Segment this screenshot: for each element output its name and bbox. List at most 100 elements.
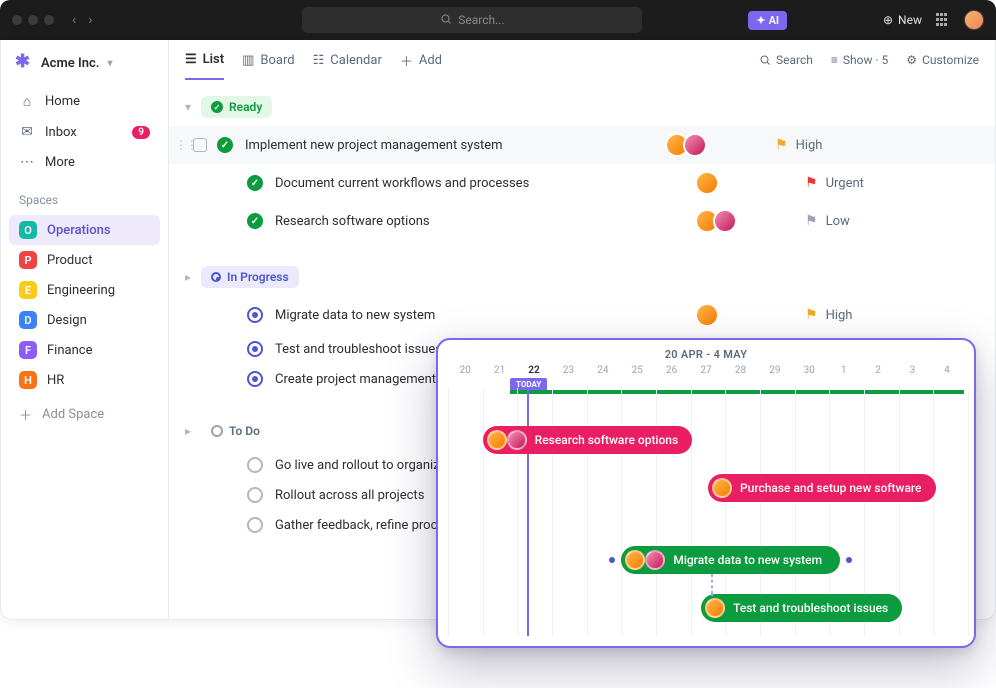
toolbar-customize[interactable]: ⚙ Customize	[906, 53, 979, 67]
status-chip-todo[interactable]: To Do	[201, 420, 270, 442]
space-item-finance[interactable]: FFinance	[9, 335, 160, 365]
add-space-label: Add Space	[42, 407, 104, 422]
space-color-icon: F	[19, 341, 37, 359]
task-row[interactable]: ⋮⋮ Document current workflows and proces…	[169, 164, 995, 202]
timeline-date: 20	[448, 365, 482, 376]
nav-more[interactable]: ⋯ More	[9, 147, 160, 177]
assignee-avatar[interactable]	[625, 550, 645, 570]
timeline-bar[interactable]: Research software options	[483, 426, 693, 454]
timeline-bar[interactable]: Purchase and setup new software	[708, 474, 936, 502]
toolbar-customize-label: Customize	[922, 53, 979, 67]
status-icon[interactable]	[247, 517, 263, 533]
group-header-in_progress[interactable]: ▸ In Progress	[169, 258, 995, 296]
add-space-button[interactable]: ＋ Add Space	[9, 395, 160, 434]
status-icon[interactable]	[247, 213, 263, 229]
assignee-avatar[interactable]	[712, 478, 732, 498]
plus-icon: ＋	[400, 51, 413, 70]
workspace-switcher[interactable]: Acme Inc. ▾	[9, 48, 160, 86]
global-search[interactable]: Search...	[302, 7, 642, 33]
sidebar: Acme Inc. ▾ ⌂ Home ✉ Inbox 9 ⋯ More Spac…	[1, 40, 169, 619]
status-chip-ready[interactable]: ✓Ready	[201, 96, 272, 118]
chevron-icon[interactable]: ▾	[185, 100, 191, 114]
group-label: Ready	[229, 100, 262, 114]
space-color-icon: O	[19, 221, 37, 239]
nav-inbox[interactable]: ✉ Inbox 9	[9, 117, 160, 147]
space-color-icon: H	[19, 371, 37, 389]
drag-handle-icon[interactable]: ⋮⋮	[175, 138, 189, 152]
space-item-product[interactable]: PProduct	[9, 245, 160, 275]
tab-list[interactable]: ☰ List	[185, 40, 224, 80]
space-item-hr[interactable]: HHR	[9, 365, 160, 395]
status-icon[interactable]	[247, 341, 263, 357]
status-icon[interactable]	[217, 137, 233, 153]
timeline-bar[interactable]: Test and troubleshoot issues	[701, 594, 902, 622]
forward-icon[interactable]: ›	[88, 12, 92, 28]
assignee-avatar[interactable]	[645, 550, 665, 570]
history-nav[interactable]: ‹ ›	[72, 12, 92, 28]
inbox-icon: ✉	[19, 124, 35, 140]
chevron-icon[interactable]: ▸	[185, 424, 191, 438]
assignee-avatar[interactable]	[487, 430, 507, 450]
checkbox[interactable]	[193, 138, 207, 152]
status-icon[interactable]	[247, 371, 263, 387]
toolbar-search-label: Search	[776, 53, 813, 67]
task-row[interactable]: ⋮⋮ Implement new project management syst…	[169, 126, 995, 164]
task-row[interactable]: ⋮⋮ Research software options ⚑Low	[169, 202, 995, 240]
space-item-engineering[interactable]: EEngineering	[9, 275, 160, 305]
user-avatar[interactable]	[964, 10, 984, 30]
chevron-down-icon: ▾	[107, 58, 112, 69]
back-icon[interactable]: ‹	[72, 12, 76, 28]
space-item-operations[interactable]: OOperations	[9, 215, 160, 245]
add-view-label: Add	[419, 53, 442, 68]
status-icon[interactable]	[247, 487, 263, 503]
space-color-icon: P	[19, 251, 37, 269]
timeline-date: 22	[517, 365, 551, 376]
task-priority[interactable]: ⚑Urgent	[805, 175, 925, 191]
status-chip-in-progress[interactable]: In Progress	[201, 266, 299, 288]
assignee-avatar[interactable]	[695, 171, 719, 195]
ai-label: AI	[769, 14, 780, 27]
task-priority[interactable]: ⚑Low	[805, 213, 925, 229]
timeline-bar-label: Research software options	[535, 433, 679, 447]
tab-board[interactable]: ▥ Board	[242, 40, 295, 80]
assignee-avatar[interactable]	[507, 430, 527, 450]
group-header-ready[interactable]: ▾ ✓Ready	[169, 88, 995, 126]
ai-button[interactable]: ✦ AI	[748, 11, 787, 30]
list-icon: ☰	[185, 52, 197, 67]
assignee-avatar[interactable]	[695, 303, 719, 327]
inbox-badge: 9	[132, 126, 150, 139]
task-priority[interactable]: ⚑High	[775, 137, 895, 153]
timeline-bar-label: Migrate data to new system	[673, 553, 822, 567]
apps-icon[interactable]	[936, 13, 950, 27]
space-item-design[interactable]: DDesign	[9, 305, 160, 335]
chevron-icon[interactable]: ▸	[185, 270, 191, 284]
status-icon[interactable]	[247, 457, 263, 473]
priority-label: Urgent	[826, 176, 864, 191]
timeline-date: 4	[930, 365, 964, 376]
tab-board-label: Board	[260, 53, 294, 68]
more-icon: ⋯	[19, 154, 35, 170]
toolbar-show[interactable]: ≡ Show · 5	[831, 53, 888, 67]
new-button[interactable]: ⊕ New	[883, 13, 922, 27]
spaces-heading: Spaces	[9, 177, 160, 215]
space-color-icon: D	[19, 311, 37, 329]
timeline-bar[interactable]: Migrate data to new system	[621, 546, 839, 574]
status-icon[interactable]	[247, 175, 263, 191]
task-priority[interactable]: ⚑High	[805, 307, 925, 323]
nav-home[interactable]: ⌂ Home	[9, 86, 160, 117]
assignees	[665, 133, 775, 157]
assignee-avatar[interactable]	[705, 598, 725, 618]
nav-home-label: Home	[45, 94, 80, 109]
sliders-icon: ≡	[831, 53, 838, 67]
toolbar-search[interactable]: Search	[759, 53, 813, 67]
assignee-avatar[interactable]	[713, 209, 737, 233]
tab-calendar[interactable]: ☷ Calendar	[313, 40, 382, 80]
assignee-avatar[interactable]	[683, 133, 707, 157]
circle-icon	[211, 425, 223, 437]
group-label: In Progress	[227, 270, 289, 284]
group-label: To Do	[229, 424, 260, 438]
add-view-button[interactable]: ＋ Add	[400, 40, 442, 80]
status-icon[interactable]	[247, 307, 263, 323]
window-controls[interactable]	[12, 15, 54, 25]
task-row[interactable]: ⋮⋮ Migrate data to new system ⚑High	[169, 296, 995, 334]
